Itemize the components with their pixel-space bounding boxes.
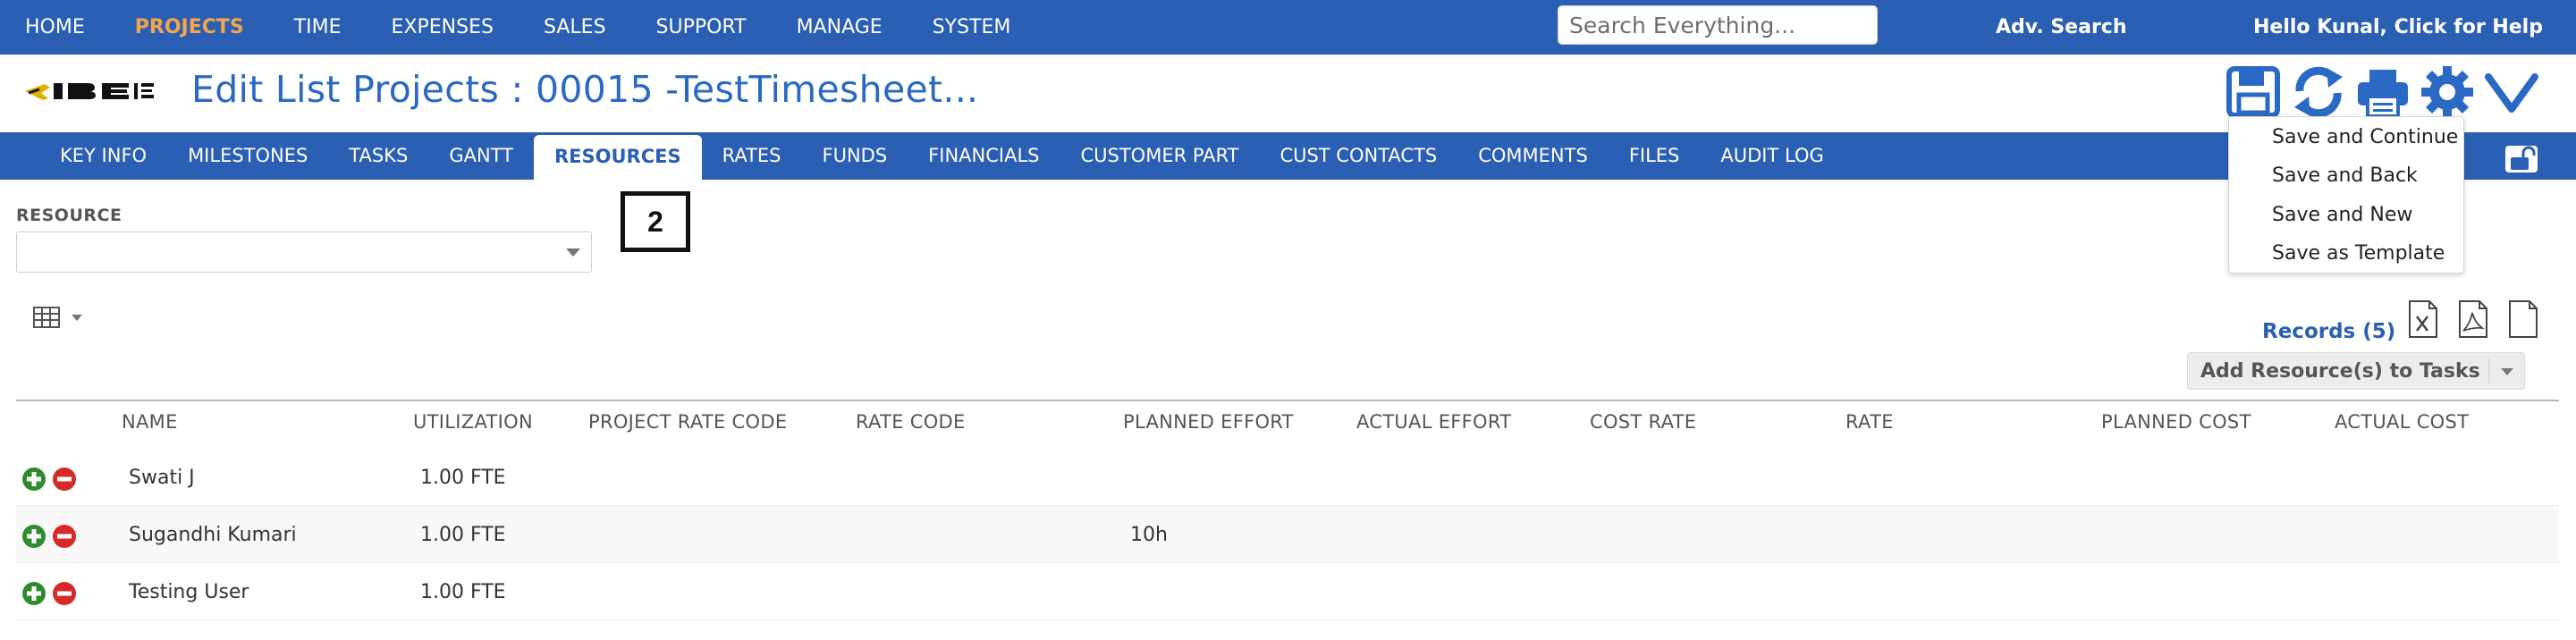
project-tab-bar: KEY INFO MILESTONES TASKS GANTT RESOURCE…: [0, 132, 2576, 180]
advanced-search-link[interactable]: Adv. Search: [1996, 16, 2127, 38]
tab-milestones[interactable]: MILESTONES: [167, 132, 328, 180]
row-divider: [16, 619, 2559, 620]
remove-row-icon[interactable]: [52, 467, 77, 492]
main-menu: HOME PROJECTS TIME EXPENSES SALES SUPPOR…: [0, 0, 1035, 55]
pdf-export-icon[interactable]: [2458, 300, 2488, 338]
remove-row-icon[interactable]: [52, 581, 77, 606]
dropdown-caret-icon: [566, 248, 580, 257]
col-actual-effort[interactable]: ACTUAL EFFORT: [1356, 411, 1511, 433]
chevron-down-icon[interactable]: [2484, 64, 2538, 120]
document-export-icon[interactable]: [2508, 300, 2538, 338]
col-rate[interactable]: RATE: [1845, 411, 1894, 433]
save-options-menu: Save and Continue Save and Back Save and…: [2228, 116, 2464, 274]
tab-tasks[interactable]: TASKS: [328, 132, 428, 180]
tab-audit-log[interactable]: AUDIT LOG: [1700, 132, 1844, 180]
col-cost-rate[interactable]: COST RATE: [1590, 411, 1696, 433]
settings-gear-icon[interactable]: [2420, 64, 2473, 120]
cell-name: Testing User: [129, 581, 249, 603]
cell-utilization: 1.00 FTE: [420, 524, 506, 546]
col-planned-cost[interactable]: PLANNED COST: [2101, 411, 2251, 433]
cell-utilization: 1.00 FTE: [420, 467, 506, 489]
cell-utilization: 1.00 FTE: [420, 581, 506, 603]
nav-manage[interactable]: MANAGE: [772, 16, 908, 38]
add-row-icon[interactable]: [21, 581, 46, 606]
tab-financials[interactable]: FINANCIALS: [908, 132, 1060, 180]
add-row-icon[interactable]: [21, 467, 46, 492]
unlock-icon[interactable]: [2505, 146, 2538, 173]
records-count: Records (5): [2262, 320, 2396, 343]
resource-label: RESOURCE: [16, 206, 122, 225]
tab-gantt[interactable]: GANTT: [428, 132, 534, 180]
menu-save-and-back[interactable]: Save and Back: [2272, 164, 2418, 187]
nav-time[interactable]: TIME: [269, 16, 367, 38]
nav-home[interactable]: HOME: [0, 16, 110, 38]
col-name[interactable]: NAME: [122, 411, 178, 433]
save-icon[interactable]: [2226, 64, 2280, 120]
tab-rates[interactable]: RATES: [702, 132, 802, 180]
col-project-rate-code[interactable]: PROJECT RATE CODE: [588, 411, 787, 433]
user-help-link[interactable]: Hello Kunal, Click for Help: [2253, 16, 2543, 38]
company-logo: [23, 75, 170, 107]
annotation-badge: 2: [621, 191, 690, 252]
remove-row-icon[interactable]: [52, 524, 77, 549]
menu-save-as-template[interactable]: Save as Template: [2272, 242, 2445, 265]
nav-support[interactable]: SUPPORT: [631, 16, 772, 38]
col-actual-cost[interactable]: ACTUAL COST: [2335, 411, 2469, 433]
tab-comments[interactable]: COMMENTS: [1457, 132, 1609, 180]
page-title: Edit List Projects : 00015 -TestTimeshee…: [191, 68, 979, 111]
tab-cust-contacts[interactable]: CUST CONTACTS: [1259, 132, 1457, 180]
print-icon[interactable]: [2355, 64, 2409, 120]
col-utilization[interactable]: UTILIZATION: [413, 411, 533, 433]
add-resources-label: Add Resource(s) to Tasks: [2200, 360, 2480, 383]
button-separator: [2488, 358, 2489, 383]
col-planned-effort[interactable]: PLANNED EFFORT: [1123, 411, 1294, 433]
menu-save-and-new[interactable]: Save and New: [2272, 204, 2412, 226]
cell-name: Sugandhi Kumari: [129, 524, 297, 546]
tab-resources[interactable]: RESOURCES: [533, 135, 702, 180]
global-search-input[interactable]: [1558, 5, 1878, 45]
cell-name: Swati J: [129, 467, 195, 489]
table-row: Testing User 1.00 FTE: [16, 563, 2559, 620]
tab-customer-part[interactable]: CUSTOMER PART: [1060, 132, 1259, 180]
top-navigation-bar: HOME PROJECTS TIME EXPENSES SALES SUPPOR…: [0, 0, 2576, 55]
menu-save-and-continue[interactable]: Save and Continue: [2272, 126, 2458, 148]
refresh-icon[interactable]: [2291, 64, 2344, 120]
col-rate-code[interactable]: RATE CODE: [856, 411, 966, 433]
tab-files[interactable]: FILES: [1609, 132, 1701, 180]
nav-system[interactable]: SYSTEM: [908, 16, 1036, 38]
add-resources-to-tasks-button[interactable]: Add Resource(s) to Tasks: [2187, 352, 2525, 390]
nav-sales[interactable]: SALES: [519, 16, 631, 38]
table-top-border: [16, 400, 2559, 401]
cell-planned-effort: 10h: [1130, 524, 1168, 546]
nav-projects[interactable]: PROJECTS: [110, 16, 269, 38]
table-row: Swati J 1.00 FTE: [16, 449, 2559, 506]
add-row-icon[interactable]: [21, 524, 46, 549]
add-options-caret-icon[interactable]: [2501, 368, 2513, 375]
grid-view-icon[interactable]: [32, 304, 89, 331]
table-row: Sugandhi Kumari 1.00 FTE 10h: [16, 506, 2559, 563]
tab-funds[interactable]: FUNDS: [802, 132, 908, 180]
tab-key-info[interactable]: KEY INFO: [39, 132, 167, 180]
resource-select[interactable]: [16, 232, 592, 273]
nav-expenses[interactable]: EXPENSES: [367, 16, 519, 38]
excel-export-icon[interactable]: [2408, 300, 2438, 338]
